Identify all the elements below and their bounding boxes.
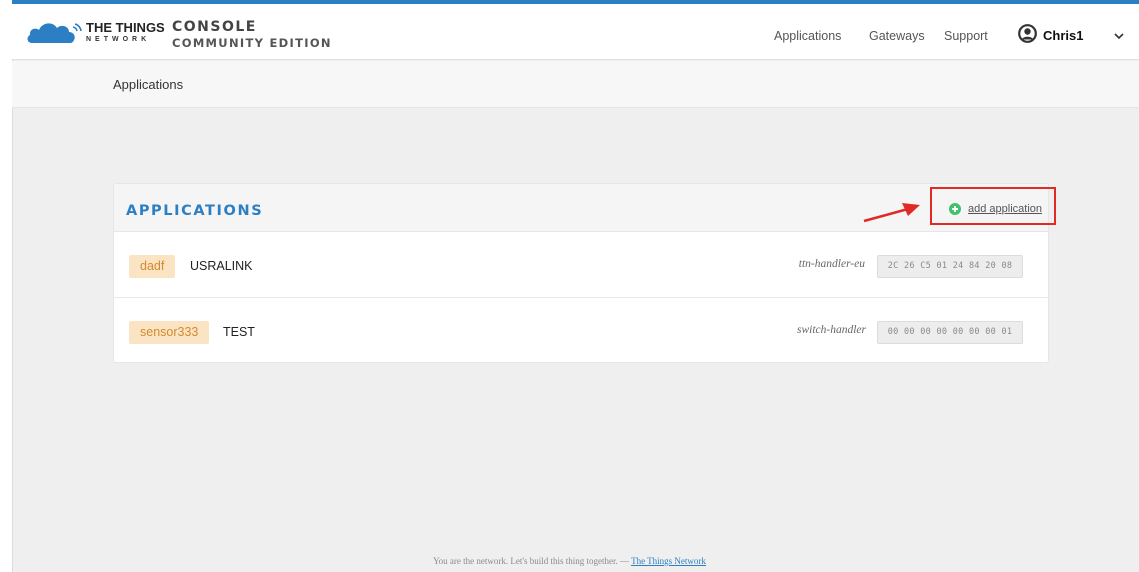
application-row[interactable]: dadf USRALINK ttn-handler-eu 2C 26 C5 01… bbox=[114, 233, 1048, 298]
ttn-cloud-logo-icon[interactable] bbox=[26, 18, 84, 44]
annotation-highlight-box bbox=[930, 187, 1056, 225]
chevron-down-icon[interactable] bbox=[1114, 33, 1124, 40]
console-title: CONSOLE COMMUNITY EDITION bbox=[172, 20, 332, 50]
application-handler: ttn-handler-eu bbox=[798, 258, 865, 270]
application-eui: 2C 26 C5 01 24 84 20 08 bbox=[877, 255, 1023, 278]
nav-gateways[interactable]: Gateways bbox=[869, 29, 925, 43]
nav-support[interactable]: Support bbox=[944, 29, 988, 43]
breadcrumb: Applications bbox=[12, 61, 1139, 108]
breadcrumb-current[interactable]: Applications bbox=[113, 77, 183, 92]
console-label: CONSOLE bbox=[172, 19, 257, 35]
application-handler: switch-handler bbox=[797, 324, 866, 336]
footer-text: You are the network. Let's build this th… bbox=[433, 556, 629, 566]
application-description[interactable]: USRALINK bbox=[190, 259, 253, 273]
application-id-badge[interactable]: dadf bbox=[129, 255, 176, 278]
applications-title: APPLICATIONS bbox=[126, 203, 264, 219]
annotation-arrow-icon bbox=[863, 203, 920, 223]
footer: You are the network. Let's build this th… bbox=[0, 556, 1139, 566]
nav-applications[interactable]: Applications bbox=[774, 29, 841, 43]
brand-line-1: THE THINGS bbox=[86, 20, 165, 35]
application-id-badge[interactable]: sensor333 bbox=[129, 321, 210, 344]
top-header: THE THINGS NETWORK CONSOLE COMMUNITY EDI… bbox=[12, 4, 1139, 60]
console-edition: COMMUNITY EDITION bbox=[172, 36, 332, 50]
user-avatar-icon[interactable] bbox=[1018, 24, 1037, 43]
brand-wordmark[interactable]: THE THINGS NETWORK bbox=[86, 21, 165, 43]
brand-line-2: NETWORK bbox=[86, 36, 151, 43]
application-eui: 00 00 00 00 00 00 00 01 bbox=[877, 321, 1023, 344]
footer-link[interactable]: The Things Network bbox=[631, 556, 706, 566]
application-row[interactable]: sensor333 TEST switch-handler 00 00 00 0… bbox=[114, 299, 1048, 364]
user-name[interactable]: Chris1 bbox=[1043, 28, 1083, 43]
application-description[interactable]: TEST bbox=[223, 325, 255, 339]
